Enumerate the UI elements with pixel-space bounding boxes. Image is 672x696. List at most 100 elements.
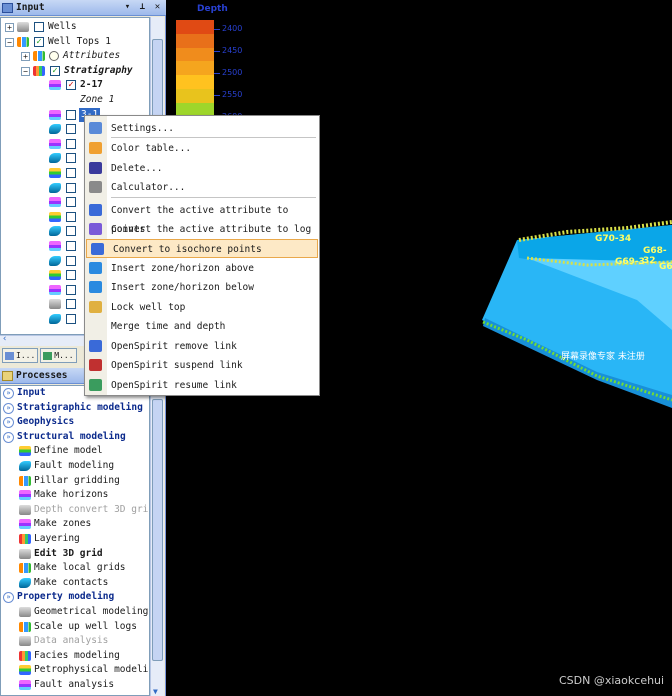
menu-item-settings[interactable]: Settings... — [85, 119, 319, 138]
horizon-checkbox[interactable] — [66, 314, 76, 324]
process-item[interactable]: Define model — [1, 444, 149, 459]
horizon-checkbox[interactable] — [66, 124, 76, 135]
process-item[interactable]: Layering — [1, 532, 149, 547]
process-label: Petrophysical modeling — [34, 664, 150, 676]
scroll-left-icon[interactable]: ‹ — [2, 334, 7, 344]
pin-icon[interactable]: ▾ — [121, 1, 134, 14]
horizon-checkbox[interactable] — [66, 109, 76, 120]
tree-label: Attributes — [63, 50, 121, 62]
horizon-above-icon — [89, 262, 102, 274]
horizon-checkbox[interactable] — [66, 182, 76, 193]
expand-icon[interactable]: + — [5, 23, 14, 32]
horizon-icon — [49, 226, 61, 237]
processes-scrollbar[interactable]: ▼ — [150, 385, 164, 696]
process-item[interactable]: Depth convert 3D grid — [1, 503, 149, 518]
tree-item-2-17[interactable]: ✓ 2-17 — [1, 78, 149, 93]
process-category[interactable]: » Property modeling — [1, 590, 149, 605]
menu-item-convert-to-isochore-points[interactable]: Convert to isochore points — [86, 239, 318, 258]
horizon-checkbox[interactable] — [66, 270, 76, 281]
delete-icon — [89, 162, 102, 174]
menu-item-insert-zone-horizon-below[interactable]: Insert zone/horizon below — [85, 278, 319, 297]
process-item[interactable]: Make contacts — [1, 576, 149, 591]
process-item[interactable]: Make zones — [1, 517, 149, 532]
process-item[interactable]: Fault modeling — [1, 459, 149, 474]
process-item[interactable]: Make local grids — [1, 561, 149, 576]
openspirit-remove-icon — [89, 340, 102, 352]
auto-hide-icon[interactable]: ⊥ — [136, 1, 149, 14]
menu-item-calculator[interactable]: Calculator... — [85, 178, 319, 197]
horizon-checkbox[interactable] — [66, 255, 76, 266]
horizon-checkbox[interactable] — [66, 284, 76, 295]
tree-item-zone-1[interactable]: Zone 1 — [1, 93, 149, 108]
process-category[interactable]: » Structural modeling — [1, 430, 149, 445]
expand-chevron-icon[interactable]: » — [3, 417, 14, 429]
tree-item-well-tops[interactable]: − ✓ Well Tops 1 — [1, 35, 149, 50]
process-label: Fault analysis — [34, 678, 115, 690]
menu-item-merge-time-and-depth[interactable]: Merge time and depth — [85, 317, 319, 336]
process-category[interactable]: » Geophysics — [1, 415, 149, 430]
well-label: G69-3 — [615, 257, 645, 267]
tree-item-attributes[interactable]: + Attributes — [1, 49, 149, 64]
process-item[interactable]: Petrophysical modeling — [1, 663, 149, 678]
horizon-checkbox[interactable] — [66, 241, 76, 251]
process-item[interactable]: Scale up well logs — [1, 620, 149, 635]
horizon-checkbox[interactable] — [66, 211, 76, 222]
process-label: Define model — [34, 445, 103, 457]
horizon-checkbox[interactable] — [66, 226, 76, 237]
process-item[interactable]: Pillar gridding — [1, 474, 149, 489]
scrollbar-thumb[interactable] — [152, 399, 163, 661]
horizon-below-icon — [89, 281, 102, 293]
process-category-label: Property modeling — [17, 591, 115, 603]
process-item[interactable]: Data analysis — [1, 634, 149, 649]
stratigraphy-checkbox[interactable]: ✓ — [50, 65, 60, 76]
horizon-checkbox[interactable] — [66, 153, 76, 164]
process-icon — [19, 490, 31, 501]
horizon-checkbox[interactable] — [66, 138, 76, 149]
process-item[interactable]: Fault analysis — [1, 678, 149, 693]
tab-models[interactable]: M... — [40, 348, 77, 363]
close-icon[interactable]: ✕ — [151, 1, 164, 14]
menu-item-openspirit-resume-link[interactable]: OpenSpirit resume link — [85, 376, 319, 395]
collapse-icon[interactable]: − — [21, 66, 30, 76]
menu-item-color-table[interactable]: Color table... — [85, 139, 319, 158]
process-label: Make contacts — [34, 576, 109, 588]
process-label: Edit 3D grid — [34, 547, 103, 559]
menu-item-convert-the-active-attribute-to-points[interactable]: Convert the active attribute to points — [85, 201, 319, 235]
menu-item-label: Insert zone/horizon above — [111, 263, 254, 274]
process-category[interactable]: » Stratigraphic modeling — [1, 401, 149, 416]
horizon-icon — [49, 168, 61, 178]
well-tops-checkbox[interactable]: ✓ — [34, 36, 44, 47]
wells-checkbox[interactable] — [34, 22, 44, 32]
expand-chevron-icon[interactable]: » — [3, 402, 14, 414]
menu-item-label: OpenSpirit suspend link — [111, 360, 243, 371]
horizon-checkbox[interactable] — [66, 168, 76, 178]
scroll-down-icon[interactable]: ▼ — [153, 687, 158, 696]
expand-icon[interactable]: + — [21, 52, 30, 62]
process-label: Pillar gridding — [34, 474, 120, 486]
menu-item-convert-the-active-attribute-to-log[interactable]: Convert the active attribute to log — [85, 220, 319, 239]
process-item[interactable]: Edit 3D grid — [1, 547, 149, 562]
menu-item-lock-well-top[interactable]: Lock well top — [85, 298, 319, 317]
menu-item-openspirit-suspend-link[interactable]: OpenSpirit suspend link — [85, 356, 319, 375]
process-item[interactable]: Make horizons — [1, 488, 149, 503]
menu-item-insert-zone-horizon-above[interactable]: Insert zone/horizon above — [85, 259, 319, 278]
tree-item-wells[interactable]: + Wells — [1, 20, 149, 35]
horizon-checkbox[interactable] — [66, 299, 76, 310]
tab-input[interactable]: I... — [2, 348, 39, 363]
menu-item-delete[interactable]: Delete... — [85, 159, 319, 178]
process-icon — [19, 650, 31, 661]
process-label: Make local grids — [34, 562, 126, 574]
collapse-icon[interactable]: − — [5, 37, 14, 47]
process-item[interactable]: Geometrical modeling — [1, 605, 149, 620]
process-item[interactable]: Facies modeling — [1, 649, 149, 664]
horizon-checkbox[interactable] — [66, 197, 76, 208]
tree-label: Well Tops 1 — [48, 35, 111, 47]
tree-item-stratigraphy[interactable]: − ✓ Stratigraphy — [1, 64, 149, 79]
menu-item-openspirit-remove-link[interactable]: OpenSpirit remove link — [85, 337, 319, 356]
expand-chevron-icon[interactable]: » — [3, 431, 14, 443]
menu-separator — [111, 197, 316, 198]
expand-chevron-icon[interactable]: » — [3, 388, 14, 399]
expand-chevron-icon[interactable]: » — [3, 592, 14, 604]
horizon-checkbox[interactable]: ✓ — [66, 80, 76, 91]
menu-item-label: OpenSpirit remove link — [111, 341, 237, 352]
